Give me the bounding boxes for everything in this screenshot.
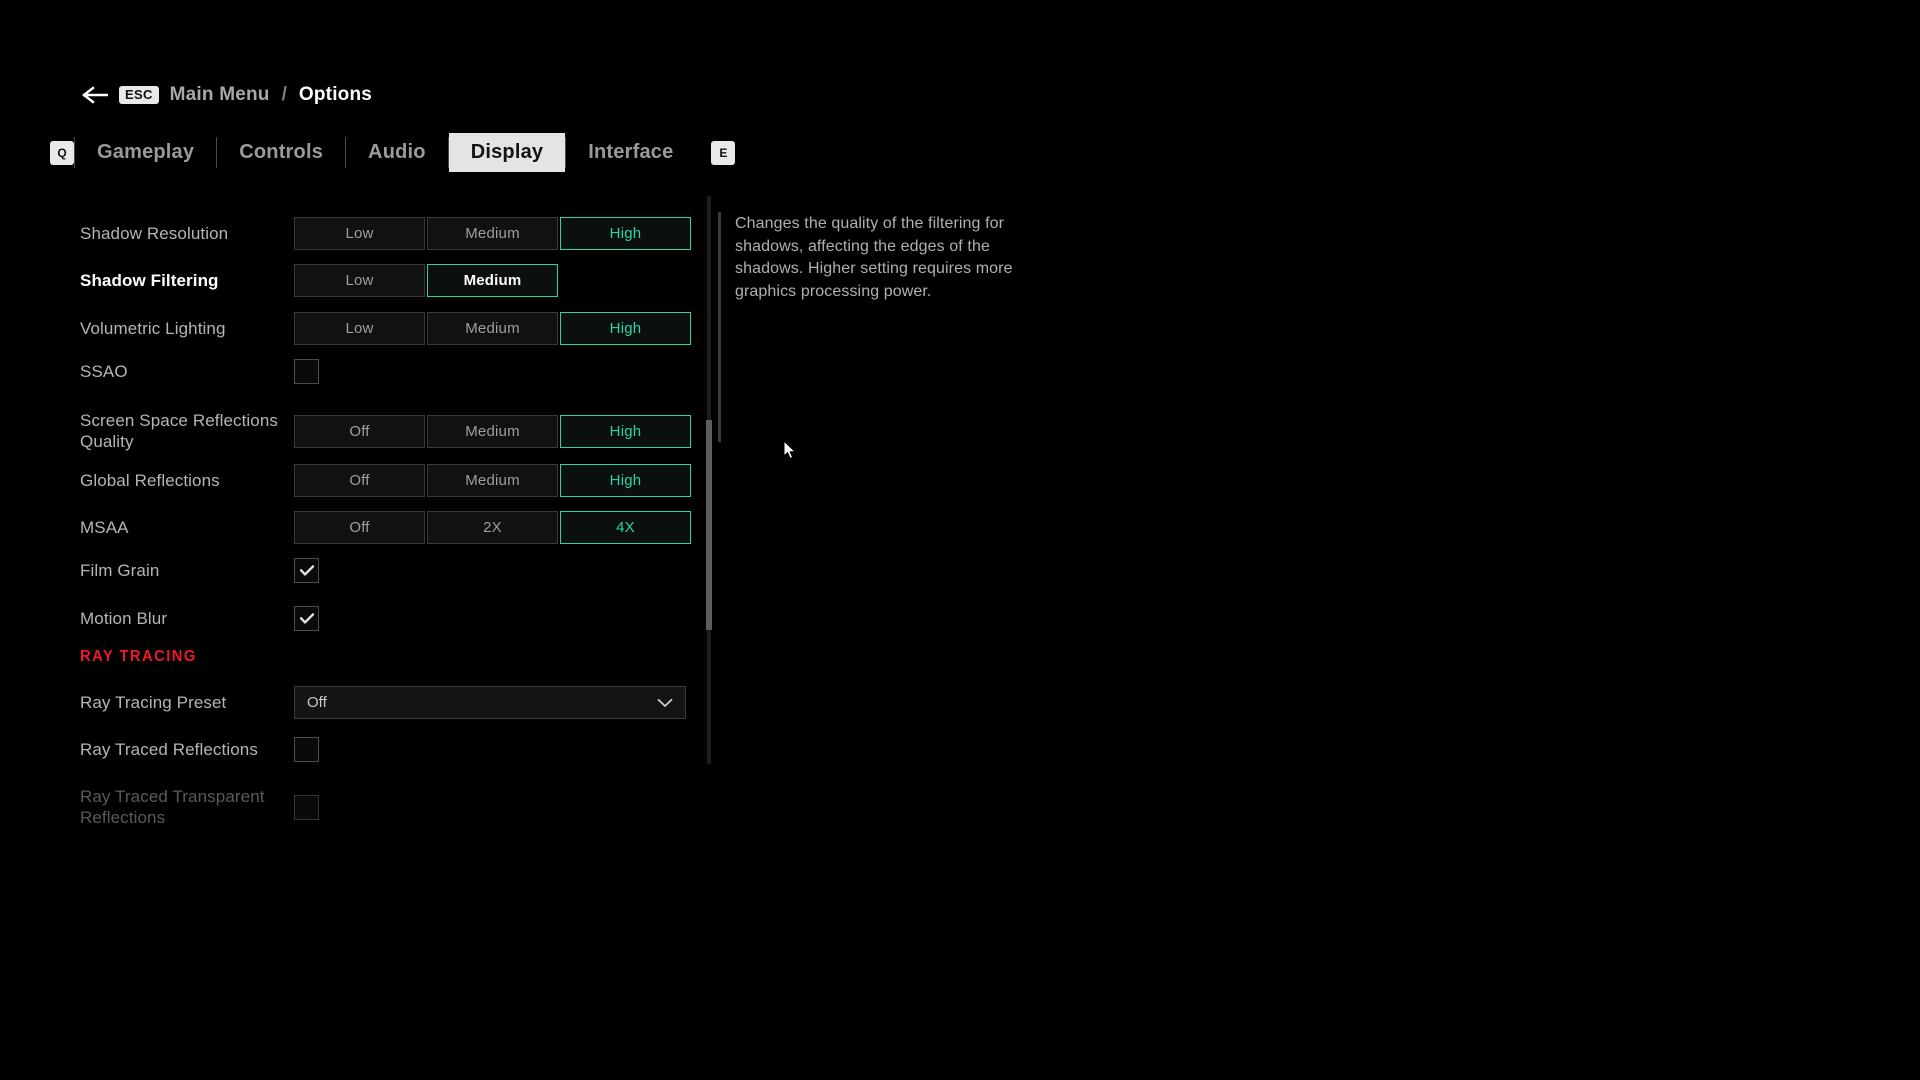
segment-option-volumetric-lighting-high[interactable]: High [560,312,691,345]
check-icon [299,564,314,576]
segmented-control-volumetric-lighting: Low Medium High [294,312,691,345]
setting-row-motion-blur[interactable]: Motion Blur [80,606,692,631]
arrow-left-icon[interactable] [82,85,108,105]
segment-option-msaa-2x[interactable]: 2X [427,511,558,544]
setting-label-ray-traced-transparent-reflections: Ray Traced Transparent Reflections [80,787,265,827]
checkbox-ray-traced-transparent-reflections[interactable] [294,794,319,820]
segmented-control-msaa: Off 2X 4X [294,511,691,544]
segment-option-shadow-filtering-low[interactable]: Low [294,264,425,297]
chevron-down-icon [657,698,673,708]
segmented-control-screen-space-reflections-quality: Off Medium High [294,414,691,448]
segmented-control-shadow-resolution: Low Medium High [294,217,691,250]
setting-label-volumetric-lighting: Volumetric Lighting [80,319,226,338]
segmented-control-shadow-filtering: Low Medium [294,264,558,297]
checkbox-film-grain[interactable] [294,558,319,583]
setting-row-ray-tracing-preset[interactable]: Ray Tracing Preset Off [80,686,692,719]
segment-option-volumetric-lighting-low[interactable]: Low [294,312,425,345]
setting-label-shadow-resolution: Shadow Resolution [80,224,229,243]
options-screen: ESC Main Menu / Options Q Gameplay Control… [0,0,1920,1080]
setting-row-ray-traced-transparent-reflections[interactable]: Ray Traced Transparent Reflections [80,786,692,828]
setting-row-ssao[interactable]: SSAO [80,359,692,384]
setting-row-shadow-filtering[interactable]: Shadow Filtering Low Medium [80,264,692,297]
setting-label-ray-tracing-preset: Ray Tracing Preset [80,693,227,712]
tab-bar: Q Gameplay Controls Audio Display Interface E [50,133,736,172]
tab-next-key[interactable]: E [711,140,736,165]
segment-option-shadow-filtering-medium[interactable]: Medium [427,264,558,297]
tab-gameplay[interactable]: Gameplay [75,133,216,172]
segmented-control-global-reflections: Off Medium High [294,464,691,497]
tab-controls[interactable]: Controls [217,133,345,172]
setting-label-shadow-filtering: Shadow Filtering [80,271,219,290]
setting-row-msaa[interactable]: MSAA Off 2X 4X [80,511,692,544]
description-divider [718,212,721,442]
breadcrumb-parent[interactable]: Main Menu [170,84,270,106]
segment-option-global-reflections-high[interactable]: High [560,464,691,497]
breadcrumb: ESC Main Menu / Options [82,80,372,110]
setting-row-film-grain[interactable]: Film Grain [80,558,692,583]
tab-prev-key[interactable]: Q [50,140,74,165]
segment-option-screen-space-reflections-quality-high[interactable]: High [560,414,691,448]
setting-label-msaa: MSAA [80,518,129,537]
setting-row-global-reflections[interactable]: Global Reflections Off Medium High [80,464,692,497]
breadcrumb-current: Options [298,84,373,105]
setting-row-ray-traced-reflections[interactable]: Ray Traced Reflections [80,737,692,762]
settings-list: Shadow Resolution Low Medium High Shadow Fil… [80,192,712,872]
segment-option-global-reflections-medium[interactable]: Medium [427,464,558,497]
tab-audio[interactable]: Audio [346,133,448,172]
segment-option-shadow-resolution-medium[interactable]: Medium [427,217,558,250]
checkbox-ssao[interactable] [294,359,319,384]
dropdown-value-ray-tracing-preset: Off [307,694,327,711]
segment-option-volumetric-lighting-medium[interactable]: Medium [427,312,558,345]
segment-option-global-reflections-off[interactable]: Off [294,464,425,497]
segment-option-screen-space-reflections-quality-medium[interactable]: Medium [427,414,558,448]
check-icon [299,612,314,624]
setting-label-global-reflections: Global Reflections [80,471,220,490]
setting-label-ssao: SSAO [80,362,128,381]
mouse-cursor [783,439,797,465]
setting-description: Changes the quality of the filtering for… [735,215,1013,300]
checkbox-motion-blur[interactable] [294,606,319,631]
setting-row-shadow-resolution[interactable]: Shadow Resolution Low Medium High [80,217,692,250]
checkbox-ray-traced-reflections[interactable] [294,737,319,762]
dropdown-ray-tracing-preset[interactable]: Off [294,686,686,719]
segment-option-msaa-4x[interactable]: 4X [560,511,691,544]
setting-row-volumetric-lighting[interactable]: Volumetric Lighting Low Medium High [80,312,692,345]
section-header-ray-tracing: RAY TRACING [80,648,197,665]
esc-key-badge[interactable]: ESC [119,86,159,104]
segment-option-shadow-resolution-low[interactable]: Low [294,217,425,250]
tab-interface[interactable]: Interface [566,133,695,172]
segment-option-screen-space-reflections-quality-off[interactable]: Off [294,414,425,448]
setting-row-screen-space-reflections-quality[interactable]: Screen Space Reflections Quality Off Mediu… [80,410,692,452]
setting-label-film-grain: Film Grain [80,561,160,580]
scrollbar-thumb[interactable] [706,420,712,630]
tab-display[interactable]: Display [448,133,566,172]
segment-option-msaa-off[interactable]: Off [294,511,425,544]
breadcrumb-separator: / [281,84,287,105]
setting-label-motion-blur: Motion Blur [80,609,168,628]
setting-label-screen-space-reflections-quality: Screen Space Reflections Quality [80,411,279,451]
segment-option-shadow-resolution-high[interactable]: High [560,217,691,250]
setting-label-ray-traced-reflections: Ray Traced Reflections [80,740,258,759]
